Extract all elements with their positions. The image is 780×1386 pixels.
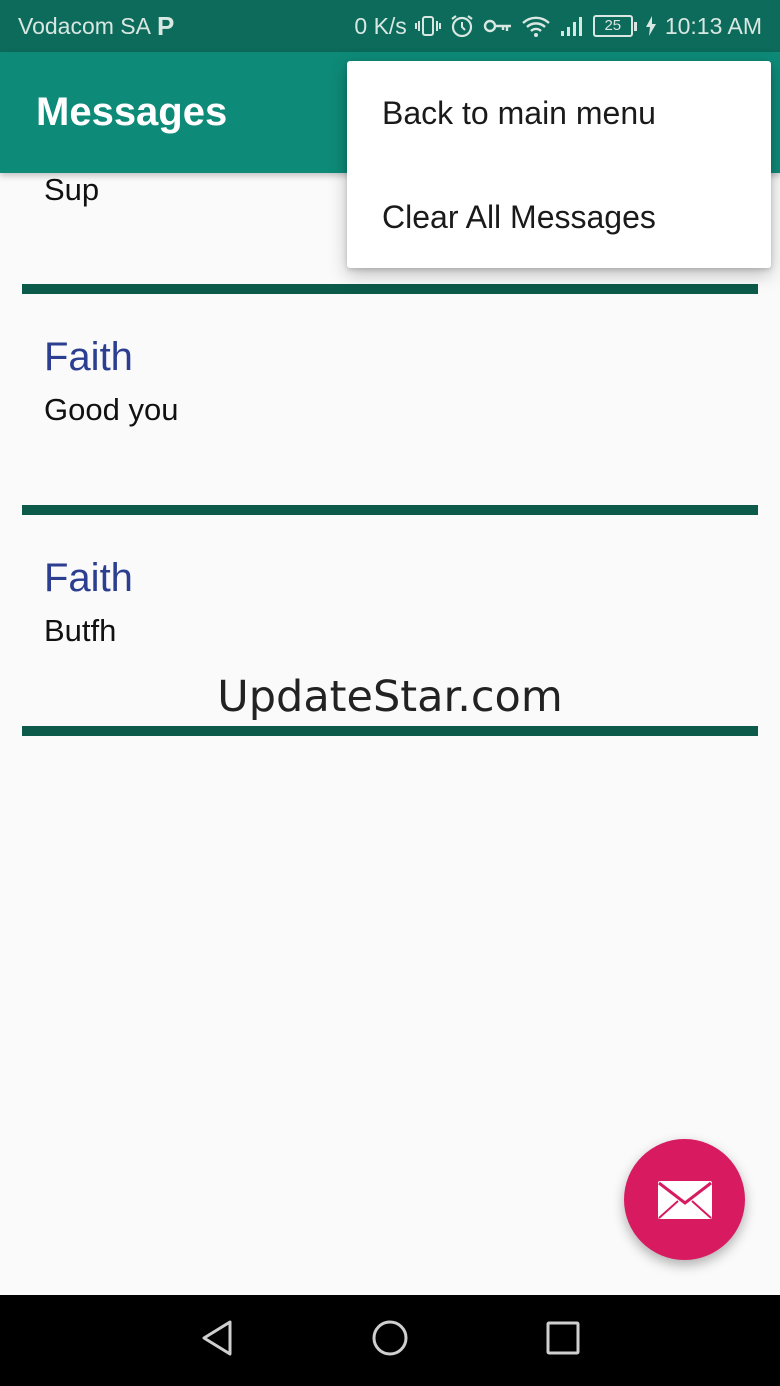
recents-icon xyxy=(545,1320,581,1361)
menu-item-back-to-main[interactable]: Back to main menu xyxy=(347,61,771,165)
carrier-name: Vodacom SA xyxy=(18,12,151,39)
status-left: Vodacom SA P xyxy=(18,0,174,52)
status-time: 10:13 AM xyxy=(664,12,762,39)
watermark: UpdateStar.com xyxy=(217,672,563,722)
nav-home-button[interactable] xyxy=(345,1295,435,1386)
message-body: Sup xyxy=(44,172,100,207)
divider xyxy=(22,726,758,736)
nav-back-button[interactable] xyxy=(172,1295,262,1386)
carrier-badge: P xyxy=(156,10,175,41)
message-sender: Faith xyxy=(44,335,133,379)
nav-recents-button[interactable] xyxy=(518,1295,608,1386)
message-body: Good you xyxy=(44,392,179,427)
page-title: Messages xyxy=(36,90,228,134)
divider xyxy=(22,505,758,515)
signal-icon xyxy=(559,15,585,37)
divider xyxy=(22,284,758,294)
battery-icon: 25 xyxy=(592,15,637,37)
menu-item-clear-all[interactable]: Clear All Messages xyxy=(347,165,771,269)
vpn-key-icon xyxy=(483,16,513,36)
status-right: 0 K/s 25 10:13 AM xyxy=(354,0,762,52)
compose-message-button[interactable] xyxy=(624,1139,745,1260)
overflow-menu: Back to main menu Clear All Messages xyxy=(347,61,771,268)
message-sender: Faith xyxy=(44,556,133,600)
back-icon xyxy=(199,1319,235,1362)
navigation-bar xyxy=(0,1295,780,1386)
charging-icon xyxy=(645,15,657,37)
message-body: Butfh xyxy=(44,613,117,648)
battery-level: 25 xyxy=(592,15,633,37)
mail-icon xyxy=(657,1180,713,1220)
wifi-icon xyxy=(521,14,551,38)
home-icon xyxy=(370,1318,410,1363)
network-speed: 0 K/s xyxy=(354,12,407,39)
vibrate-icon xyxy=(414,14,441,38)
status-bar: Vodacom SA P 0 K/s 25 10:13 AM xyxy=(0,0,780,52)
alarm-icon xyxy=(449,13,475,39)
